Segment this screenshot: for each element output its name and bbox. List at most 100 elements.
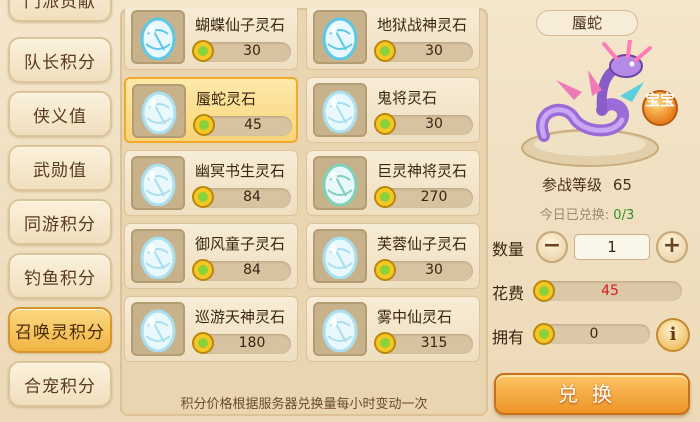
tab-label: 召唤灵积分 <box>15 322 105 343</box>
item-price: 315 <box>420 335 448 351</box>
item-card[interactable]: 巡游天神灵石 180 <box>124 296 298 362</box>
item-price-bar: 45 <box>193 114 292 136</box>
spirit-egg-icon <box>322 163 358 206</box>
item-card[interactable]: 巨灵神将灵石 270 <box>306 150 480 216</box>
today-exchanged: 今日已兑换: 0/3 <box>492 204 682 223</box>
item-icon <box>313 302 367 356</box>
cost-bar: 45 <box>533 280 682 302</box>
coin-icon <box>533 280 555 302</box>
level-label: 参战等级 <box>542 176 603 194</box>
price-notice: 积分价格根据服务器兑换量每小时变动一次 <box>180 397 428 412</box>
cost-label: 花费 <box>492 284 525 303</box>
item-icon <box>313 10 367 64</box>
tab-chivalry[interactable]: 侠义值 <box>8 91 112 137</box>
coin-icon <box>192 186 214 208</box>
coin-icon <box>192 259 214 281</box>
item-name: 芙蓉仙子灵石 <box>377 235 468 253</box>
quantity-label: 数量 <box>492 240 525 259</box>
item-price: 30 <box>425 43 443 59</box>
coin-icon <box>374 186 396 208</box>
item-card[interactable]: 芙蓉仙子灵石 30 <box>306 223 480 289</box>
coin-icon <box>193 114 215 136</box>
item-price: 45 <box>244 117 262 133</box>
item-icon <box>313 229 367 283</box>
item-icon <box>313 83 367 137</box>
item-grid: 蝴蝶仙子灵石 30 地狱战神灵石 30 蜃蛇灵石 45 鬼将灵石 30 幽冥书生灵石 84 巨灵神将… <box>120 8 488 416</box>
pet-preview: 宝宝 <box>504 38 684 170</box>
item-price: 30 <box>425 262 443 278</box>
item-card[interactable]: 幽冥书生灵石 84 <box>124 150 298 216</box>
category-tabs: 门派贡献 队长积分 侠义值 武勋值 同游积分 钓鱼积分 召唤灵积分 合宠积分 <box>0 0 118 422</box>
item-name: 鬼将灵石 <box>377 89 438 107</box>
item-name: 地狱战神灵石 <box>377 16 468 34</box>
item-name: 巡游天神灵石 <box>195 308 286 326</box>
spirit-egg-icon <box>140 309 176 352</box>
baby-badge: 宝宝 <box>642 90 678 126</box>
item-icon <box>313 156 367 210</box>
item-price-bar: 180 <box>192 332 291 354</box>
tab-label: 队长积分 <box>24 52 96 73</box>
level-value: 65 <box>612 176 632 194</box>
tab-label: 侠义值 <box>33 106 87 127</box>
increase-quantity-button[interactable]: + <box>656 231 688 263</box>
tab-label: 门派贡献 <box>24 0 96 12</box>
item-price-bar: 30 <box>374 113 473 135</box>
item-name: 蜃蛇灵石 <box>196 90 257 108</box>
own-label: 拥有 <box>492 328 525 347</box>
item-icon <box>132 84 186 138</box>
spirit-egg-icon <box>322 90 358 133</box>
coin-icon <box>374 332 396 354</box>
own-value: 0 <box>589 326 599 342</box>
item-price: 84 <box>243 189 261 205</box>
item-card[interactable]: 地狱战神灵石 30 <box>306 8 480 70</box>
coin-icon <box>192 332 214 354</box>
item-price-bar: 30 <box>374 259 473 281</box>
coin-icon <box>374 259 396 281</box>
item-price-bar: 270 <box>374 186 473 208</box>
item-icon <box>131 302 185 356</box>
tab-fishing-points[interactable]: 钓鱼积分 <box>8 253 112 299</box>
today-count: 0/3 <box>613 208 635 223</box>
item-name: 雾中仙灵石 <box>377 308 453 326</box>
spirit-egg-icon <box>140 236 176 279</box>
decrease-quantity-button[interactable]: − <box>536 231 568 263</box>
item-price: 30 <box>243 43 261 59</box>
item-price-bar: 30 <box>192 40 291 62</box>
spirit-egg-icon <box>322 17 358 60</box>
spirit-egg-icon <box>322 236 358 279</box>
spirit-egg-icon <box>322 309 358 352</box>
item-name: 蝴蝶仙子灵石 <box>195 16 286 34</box>
tab-label: 钓鱼积分 <box>24 268 96 289</box>
item-card[interactable]: 鬼将灵石 30 <box>306 77 480 143</box>
item-price-bar: 30 <box>374 40 473 62</box>
spirit-egg-icon <box>140 163 176 206</box>
tab-sect-contribution[interactable]: 门派贡献 <box>8 0 112 22</box>
spirit-egg-icon <box>141 91 177 134</box>
item-price: 84 <box>243 262 261 278</box>
tab-merit[interactable]: 武勋值 <box>8 145 112 191</box>
item-price: 270 <box>420 189 448 205</box>
item-price-bar: 84 <box>192 259 291 281</box>
exchange-button[interactable]: 兑换 <box>494 373 690 415</box>
tab-travel-points[interactable]: 同游积分 <box>8 199 112 245</box>
tab-label: 同游积分 <box>24 214 96 235</box>
coin-icon <box>374 40 396 62</box>
coin-icon <box>533 323 555 345</box>
item-card[interactable]: 御风童子灵石 84 <box>124 223 298 289</box>
battle-level: 参战等级 65 <box>492 174 682 195</box>
item-icon <box>131 156 185 210</box>
item-icon <box>131 10 185 64</box>
tab-pet-merge-points[interactable]: 合宠积分 <box>8 361 112 407</box>
info-button[interactable]: i <box>656 318 690 352</box>
tab-summon-points[interactable]: 召唤灵积分 <box>8 307 112 353</box>
item-card[interactable]: 雾中仙灵石 315 <box>306 296 480 362</box>
quantity-input[interactable]: 1 <box>574 234 650 260</box>
item-card[interactable]: 蜃蛇灵石 45 <box>124 77 298 143</box>
item-card[interactable]: 蝴蝶仙子灵石 30 <box>124 8 298 70</box>
item-price-bar: 315 <box>374 332 473 354</box>
tab-label: 武勋值 <box>33 160 87 181</box>
tab-captain-points[interactable]: 队长积分 <box>8 37 112 83</box>
item-price: 30 <box>425 116 443 132</box>
coin-icon <box>374 113 396 135</box>
tab-label: 合宠积分 <box>24 376 96 397</box>
